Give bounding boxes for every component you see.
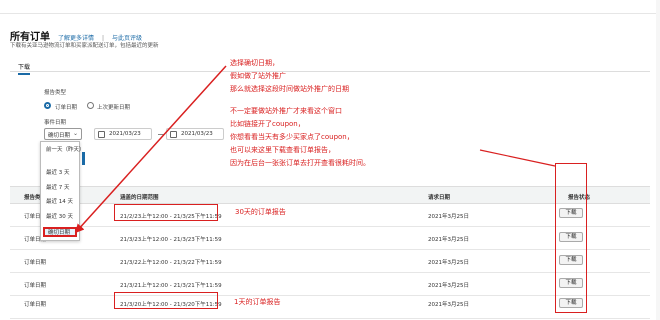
arrow-to-exact-date: [74, 65, 227, 234]
annotation-arrows: [74, 65, 556, 234]
arrow-to-status: [479, 149, 556, 167]
